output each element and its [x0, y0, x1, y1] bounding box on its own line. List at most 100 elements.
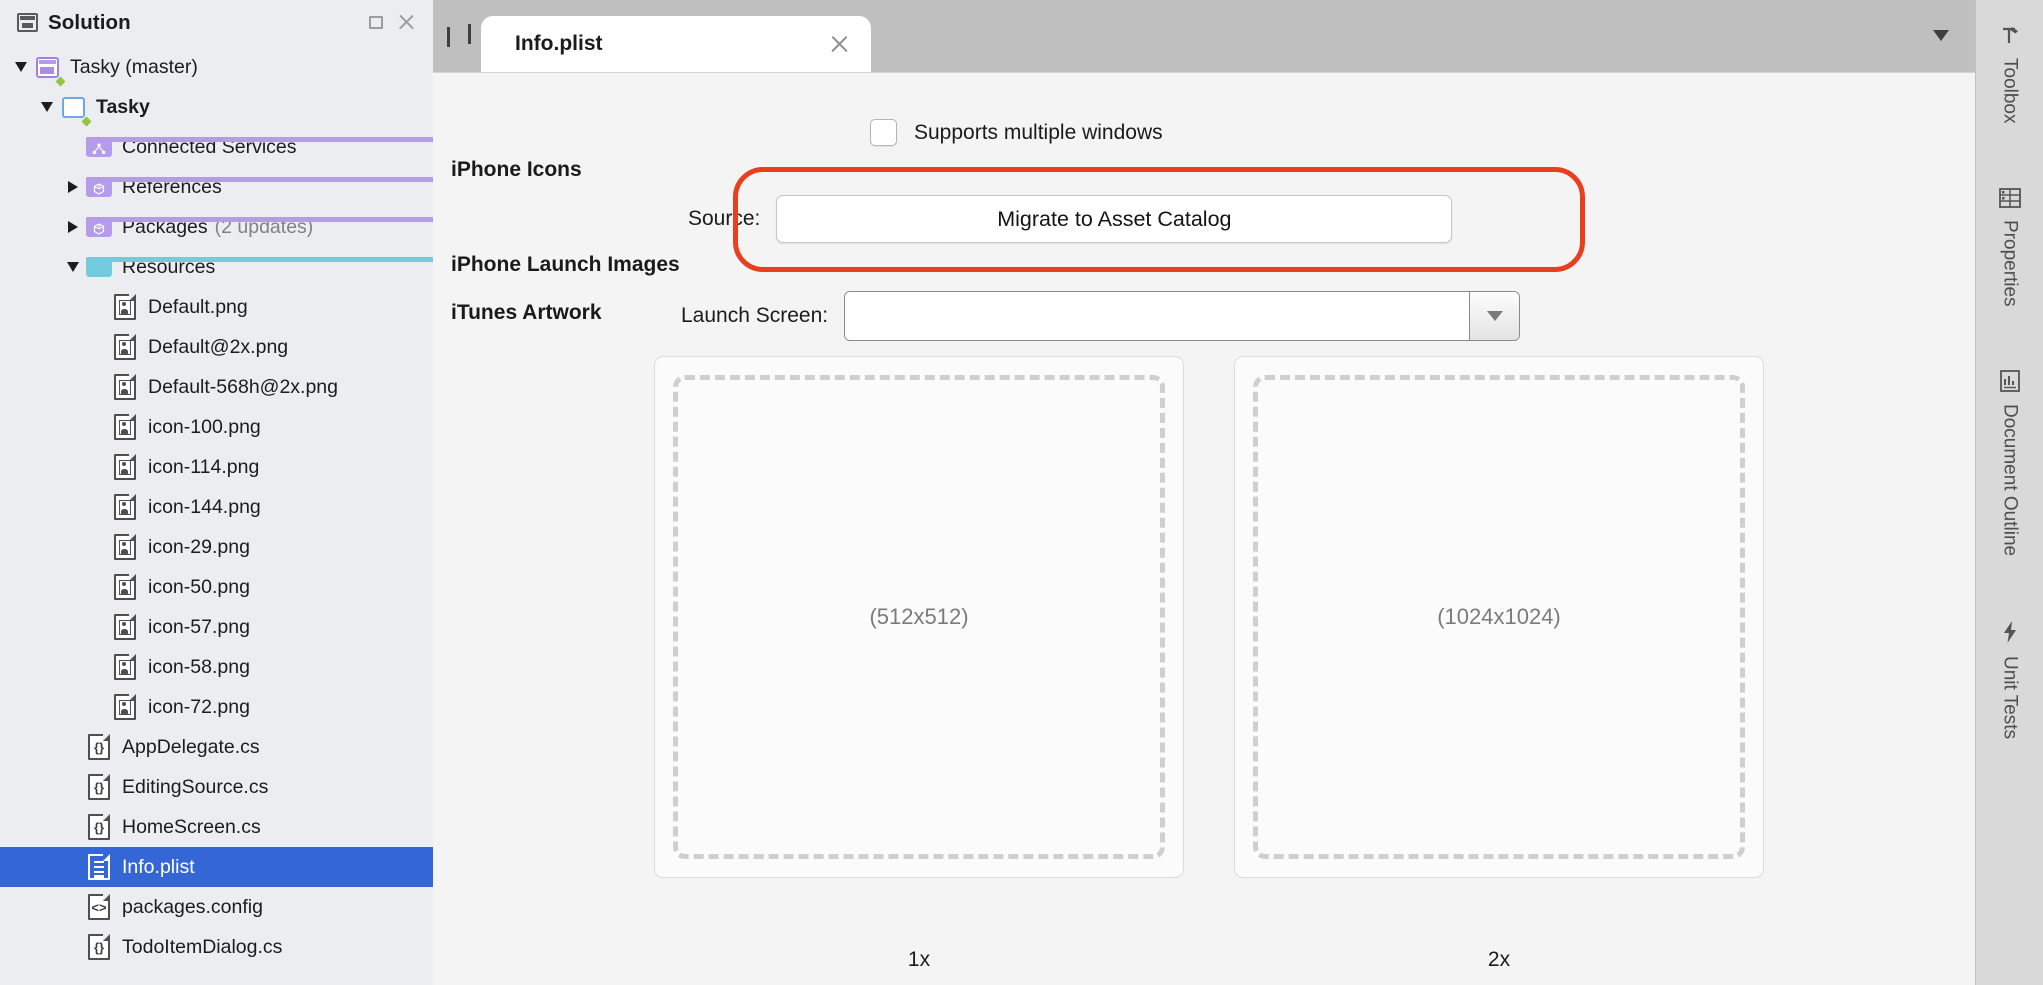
- tree-item[interactable]: {} EditingSource.cs: [0, 767, 433, 807]
- tab-info-plist[interactable]: Info.plist: [481, 16, 871, 72]
- tree-item-icon: [84, 852, 114, 882]
- image-file-icon: [114, 413, 137, 440]
- twisty-open-icon[interactable]: [10, 47, 32, 87]
- artwork-caption-2x: 2x: [1487, 948, 1511, 971]
- csharp-file-icon: {}: [88, 773, 111, 800]
- image-file-icon: [114, 293, 137, 320]
- tree-item[interactable]: icon-72.png: [0, 687, 433, 727]
- close-icon[interactable]: [398, 14, 415, 31]
- tree-item[interactable]: {} TodoItemDialog.cs: [0, 927, 433, 967]
- chevron-left-icon: [447, 27, 450, 47]
- supports-multiple-windows-checkbox[interactable]: [870, 119, 897, 146]
- supports-multiple-windows-row[interactable]: Supports multiple windows: [870, 119, 1163, 146]
- chevron-right-icon: [468, 24, 471, 44]
- twisty-open-icon[interactable]: [62, 247, 84, 287]
- back-button[interactable]: [447, 27, 450, 47]
- project-icon: [61, 96, 85, 118]
- iphone-icons-heading: iPhone Icons: [451, 158, 582, 181]
- tree-item-icon: [58, 92, 92, 127]
- twisty-closed-icon[interactable]: [62, 167, 84, 207]
- tree-item-label: Default@2x.png: [148, 335, 289, 358]
- tree-item[interactable]: icon-58.png: [0, 647, 433, 687]
- artwork-well-2x[interactable]: (1024x1024): [1234, 356, 1764, 878]
- tree-item[interactable]: Default@2x.png: [0, 327, 433, 367]
- tree-item[interactable]: Default.png: [0, 287, 433, 327]
- tree-item-icon: {}: [84, 772, 114, 802]
- tree-item[interactable]: Resources: [0, 247, 433, 287]
- supports-multiple-windows-label: Supports multiple windows: [914, 120, 1163, 144]
- tree-item-icon: <>: [84, 892, 114, 922]
- tree-item-icon: [110, 652, 140, 682]
- tree-item[interactable]: icon-100.png: [0, 407, 433, 447]
- twisty-closed-icon[interactable]: [62, 207, 84, 247]
- tree-item-icon: [110, 292, 140, 322]
- twisty-open-icon[interactable]: [36, 87, 58, 127]
- tree-item-icon: [110, 332, 140, 362]
- rail-tab-label: Document Outline: [1999, 404, 2021, 557]
- rail-tab-document-outline[interactable]: Document Outline: [1999, 364, 2021, 562]
- tree-item[interactable]: Connected Services: [0, 127, 433, 167]
- tree-item-icon: {}: [84, 812, 114, 842]
- tree-item-label: Tasky: [96, 95, 150, 118]
- forward-button[interactable]: [468, 24, 471, 45]
- tree-item-label: icon-29.png: [148, 535, 250, 558]
- tree-item[interactable]: icon-114.png: [0, 447, 433, 487]
- tree-item[interactable]: icon-50.png: [0, 567, 433, 607]
- tree-item-label: TodoItemDialog.cs: [122, 935, 283, 958]
- artwork-dropzone-1x[interactable]: (512x512): [673, 375, 1165, 859]
- solution-pad-icon: [17, 13, 38, 32]
- vcs-status-dot: [81, 116, 92, 127]
- tree-item-label: HomeScreen.cs: [122, 815, 261, 838]
- rail-tab-properties[interactable]: Properties: [1998, 182, 2021, 313]
- tree-item[interactable]: icon-144.png: [0, 487, 433, 527]
- csharp-file-icon: {}: [88, 813, 111, 840]
- artwork-well-1x[interactable]: (512x512): [654, 356, 1184, 878]
- tree-item[interactable]: Default-568h@2x.png: [0, 367, 433, 407]
- tree-item[interactable]: <> packages.config: [0, 887, 433, 927]
- tree-item-icon: [84, 172, 433, 202]
- rail-tab-toolbox[interactable]: Toolbox: [1999, 18, 2021, 130]
- editor-area: Info.plist Supports multiple windows iPh…: [433, 0, 1975, 985]
- artwork-placeholder-2x: (1024x1024): [1437, 604, 1561, 629]
- tree-item[interactable]: icon-29.png: [0, 527, 433, 567]
- chevron-down-icon: [1486, 311, 1503, 321]
- tab-label: Info.plist: [515, 32, 603, 55]
- folder-icon: [86, 257, 433, 277]
- minimize-icon[interactable]: [369, 16, 383, 29]
- rail-tab-unit-tests[interactable]: Unit Tests: [1999, 614, 2021, 745]
- tree-item[interactable]: References: [0, 167, 433, 207]
- tree-item-label: packages.config: [122, 895, 263, 918]
- plist-file-icon: [88, 853, 111, 880]
- iphone-launch-images-heading: iPhone Launch Images: [451, 253, 680, 276]
- tree-item[interactable]: Packages (2 updates): [0, 207, 433, 247]
- tree-item[interactable]: Info.plist: [0, 847, 433, 887]
- launch-screen-input[interactable]: [845, 292, 1470, 340]
- source-row: Source: Migrate to Asset Catalog: [688, 195, 1453, 243]
- launch-screen-dropdown-button[interactable]: [1469, 292, 1520, 340]
- editor-tabstrip: Info.plist: [433, 0, 1975, 72]
- right-tab-rail: Toolbox Properties Document Outline Unit Te…: [1975, 0, 2043, 985]
- tree-item[interactable]: Tasky: [0, 87, 433, 127]
- tree-item-label: icon-58.png: [148, 655, 250, 678]
- tree-item[interactable]: {} HomeScreen.cs: [0, 807, 433, 847]
- image-file-icon: [114, 453, 137, 480]
- chevron-down-icon[interactable]: [1933, 30, 1949, 41]
- tree-item[interactable]: Tasky (master): [0, 47, 433, 87]
- solution-pad-title: Solution: [48, 10, 131, 34]
- migrate-to-asset-catalog-button[interactable]: Migrate to Asset Catalog: [776, 195, 1453, 243]
- tree-item-label: icon-72.png: [148, 695, 250, 718]
- artwork-dropzone-2x[interactable]: (1024x1024): [1253, 375, 1745, 859]
- image-file-icon: [114, 533, 137, 560]
- tree-item[interactable]: icon-57.png: [0, 607, 433, 647]
- launch-screen-combobox[interactable]: [844, 291, 1521, 341]
- tree-item[interactable]: {} AppDelegate.cs: [0, 727, 433, 767]
- solution-pad: Solution Tasky (master) Tasky Connected Se…: [0, 0, 433, 985]
- tab-close-icon[interactable]: [830, 35, 849, 54]
- folder-package-icon: [86, 217, 433, 237]
